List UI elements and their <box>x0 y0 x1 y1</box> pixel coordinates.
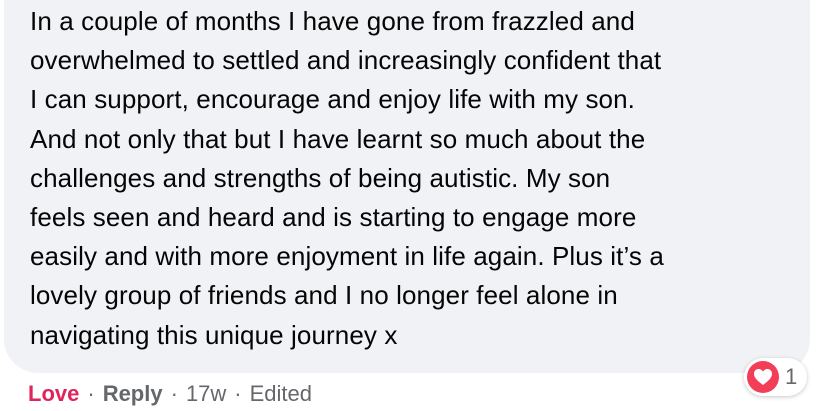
separator-dot: · <box>87 381 95 406</box>
comment-text-line: I can support, encourage and enjoy life … <box>30 84 635 115</box>
comment-actions: Love · Reply · 17w · Edited <box>28 380 312 408</box>
love-reaction-button[interactable]: Love <box>28 380 79 408</box>
comment-bubble: In a couple of months I have gone from f… <box>4 0 810 373</box>
comment-text-line: feels seen and heard and is starting to … <box>30 202 637 233</box>
separator-dot: · <box>234 381 242 406</box>
heart-icon-glyph <box>754 369 772 385</box>
comment-text-line: In a couple of months I have gone from f… <box>30 6 635 36</box>
comment-text-line: challenges and strengths of being autist… <box>30 162 611 193</box>
heart-icon <box>747 361 779 393</box>
comment-timestamp[interactable]: 17w <box>186 380 226 408</box>
comment-text-line: easily and with more enjoyment in life a… <box>30 241 664 272</box>
reaction-summary[interactable]: 1 <box>744 358 808 396</box>
comment-text-line: lovely group of friends and I no longer … <box>30 280 618 311</box>
comment-text-line: overwhelmed to settled and increasingly … <box>30 45 662 76</box>
separator-dot: · <box>170 381 178 406</box>
comment-text-line: And not only that but I have learnt so m… <box>30 123 646 154</box>
reaction-count: 1 <box>785 364 798 389</box>
edited-label[interactable]: Edited <box>250 380 312 408</box>
reply-button[interactable]: Reply <box>103 380 163 408</box>
comment-text-line: navigating this unique journey x <box>30 319 398 350</box>
